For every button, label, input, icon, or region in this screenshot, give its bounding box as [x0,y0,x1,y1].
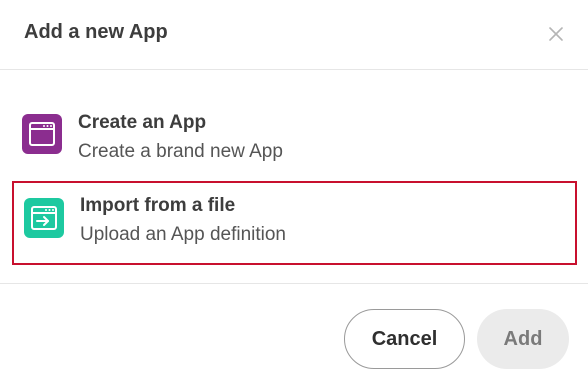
cancel-button[interactable]: Cancel [344,309,465,369]
option-import-file[interactable]: Import from a file Upload an App definit… [12,181,577,265]
import-window-icon [24,198,64,238]
option-title: Import from a file [80,195,236,216]
close-icon [549,27,563,41]
close-button[interactable] [546,24,566,44]
app-options-list: Create an App Create a brand new App Imp… [0,70,588,284]
dialog-header: Add a new App [0,0,588,70]
option-description: Upload an App definition [80,224,286,245]
option-title: Create an App [78,112,207,133]
add-app-dialog: Add a new App Create an App Create a bra… [0,0,588,390]
add-button[interactable]: Add [477,309,569,369]
option-create-app[interactable]: Create an App Create a brand new App [12,98,577,182]
dialog-title: Add a new App [24,21,168,43]
app-window-icon [22,114,62,154]
option-description: Create a brand new App [78,141,283,162]
